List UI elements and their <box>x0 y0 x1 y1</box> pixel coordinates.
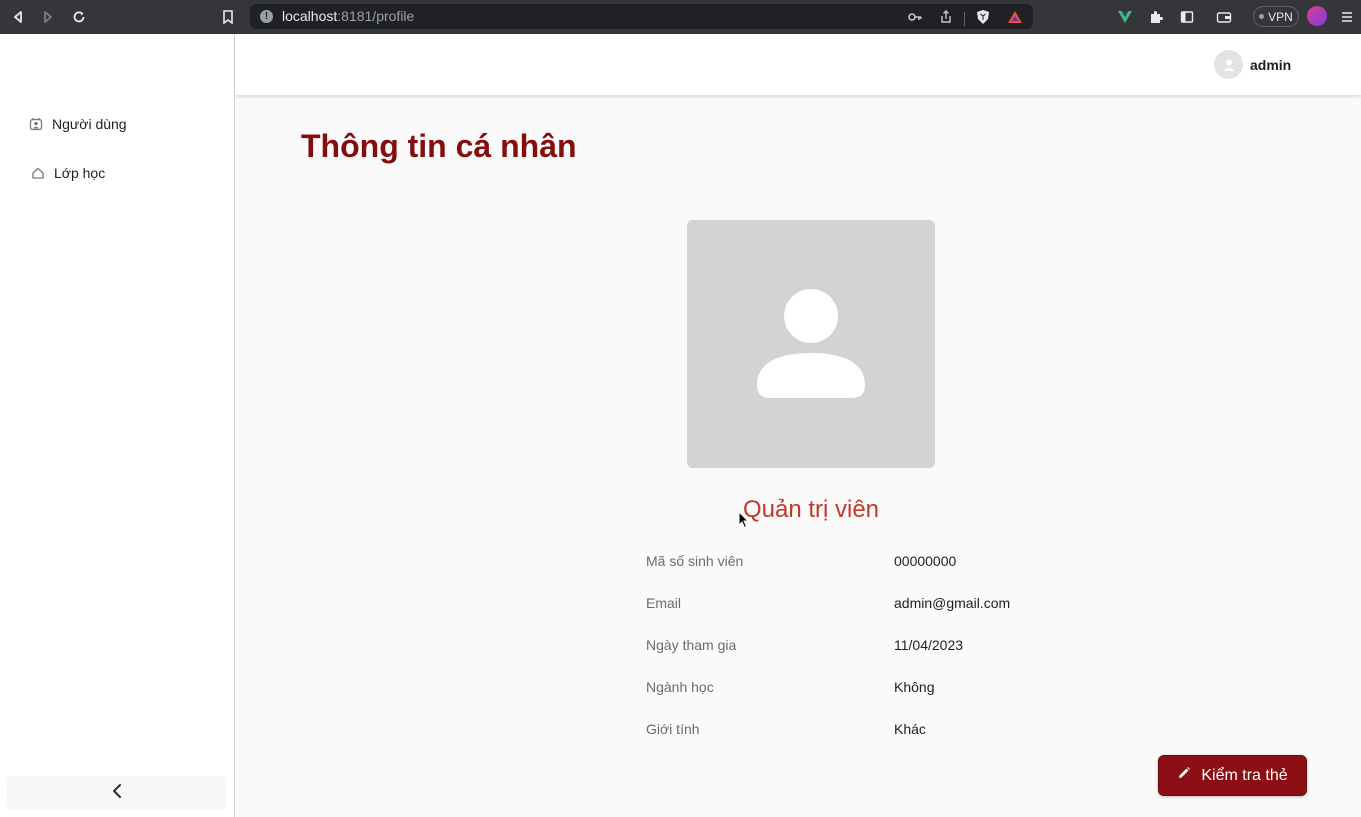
user-silhouette-icon <box>757 289 865 398</box>
forward-icon[interactable] <box>38 7 58 27</box>
share-icon[interactable] <box>937 8 955 26</box>
check-card-label: Kiểm tra thẻ <box>1201 766 1288 784</box>
info-label-student-id: Mã số sinh viên <box>646 553 744 569</box>
address-bar[interactable]: ! localhost:8181/profile <box>250 4 1033 29</box>
site-info-icon[interactable]: ! <box>260 10 273 23</box>
check-card-button[interactable]: Kiểm tra thẻ <box>1158 755 1307 796</box>
sidebar-item-users[interactable]: Người dùng <box>28 113 127 135</box>
browser-profile-icon[interactable] <box>1307 6 1327 26</box>
mouse-cursor-icon <box>738 511 750 529</box>
users-icon <box>28 116 44 132</box>
browser-toolbar: ! localhost:8181/profile VPN <box>0 0 1361 34</box>
toolbar-divider <box>964 12 965 26</box>
info-label-gender: Giới tính <box>646 721 700 737</box>
user-menu[interactable]: admin <box>1214 50 1291 79</box>
info-value-student-id: 00000000 <box>894 553 957 569</box>
info-value-gender: Khác <box>894 721 926 737</box>
brave-shield-icon[interactable] <box>974 8 992 26</box>
role-name: Quản trị viên <box>742 496 880 523</box>
top-header: admin <box>235 34 1361 95</box>
bookmark-icon[interactable] <box>218 7 238 27</box>
info-value-join-date: 11/04/2023 <box>894 637 964 653</box>
profile-avatar <box>687 220 935 468</box>
menu-icon[interactable] <box>1337 7 1357 27</box>
url-text: localhost:8181/profile <box>282 8 415 24</box>
info-value-major: Không <box>894 679 935 695</box>
vue-devtools-icon[interactable] <box>1115 7 1135 27</box>
info-value-email: admin@gmail.com <box>894 595 1011 611</box>
info-label-join-date: Ngày tham gia <box>646 637 737 653</box>
reload-icon[interactable] <box>69 7 89 27</box>
back-icon[interactable] <box>8 7 28 27</box>
brave-rewards-icon[interactable] <box>1006 8 1024 26</box>
sidebar: Người dùng Lớp học <box>0 34 235 817</box>
info-label-email: Email <box>646 595 682 611</box>
avatar <box>1214 50 1243 79</box>
pencil-icon <box>1177 766 1191 785</box>
sidebar-item-label: Người dùng <box>52 116 127 132</box>
extensions-icon[interactable] <box>1146 7 1166 27</box>
sidebar-collapse-button[interactable] <box>7 776 226 810</box>
sidebar-item-classes[interactable]: Lớp học <box>30 162 105 184</box>
key-icon[interactable] <box>906 8 924 26</box>
home-icon <box>30 165 46 181</box>
chevron-left-icon <box>111 783 123 804</box>
vpn-status-icon <box>1259 14 1265 19</box>
vpn-label: VPN <box>1268 9 1293 24</box>
wallet-icon[interactable] <box>1214 7 1234 27</box>
vpn-button[interactable]: VPN <box>1253 6 1299 27</box>
info-label-major: Ngành học <box>646 679 714 695</box>
page-title: Thông tin cá nhân <box>301 128 577 164</box>
sidebar-item-label: Lớp học <box>54 165 106 181</box>
sidebar-toggle-icon[interactable] <box>1177 7 1197 27</box>
header-username: admin <box>1250 56 1292 73</box>
